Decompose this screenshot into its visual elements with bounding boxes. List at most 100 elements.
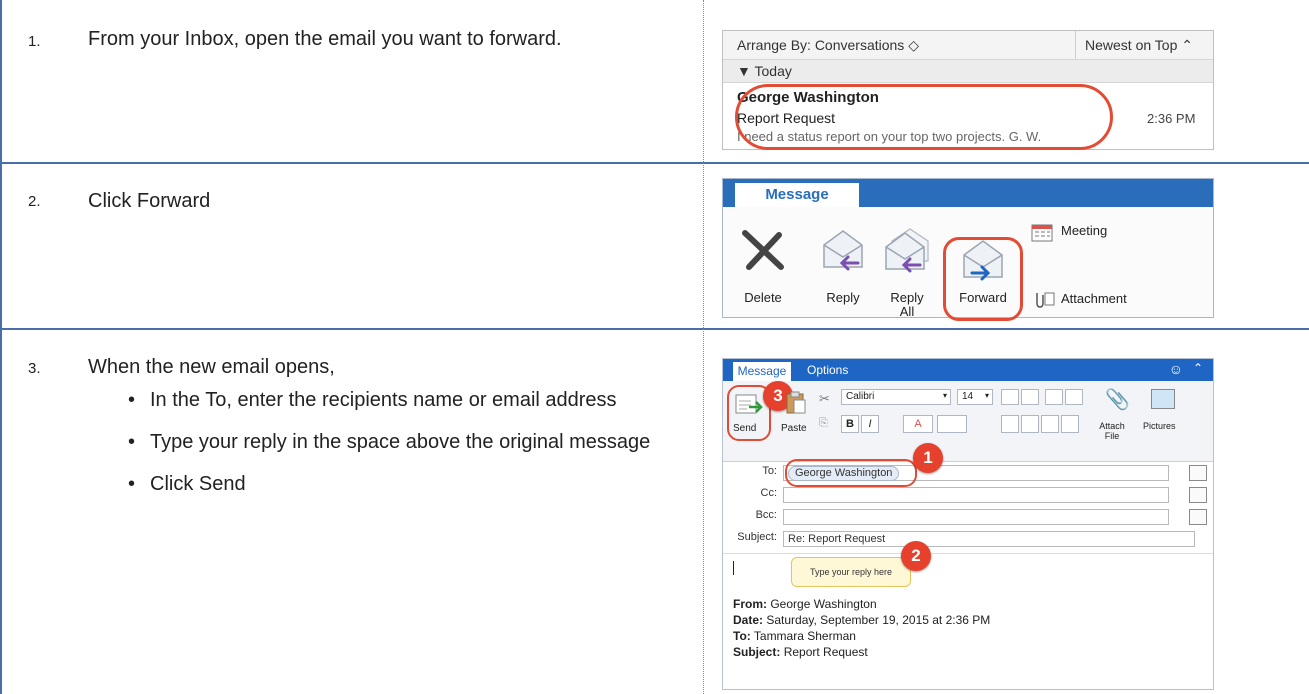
delete-button[interactable]: Delete [733, 221, 793, 311]
column-divider [703, 0, 704, 694]
attachment-label: Attachment [1061, 291, 1127, 306]
compose-ribbon: Send 3 Paste ✂ ⎘ Calibri ▾ 14 ▾ B I A 📎 … [723, 381, 1213, 462]
tab-options[interactable]: Options [807, 363, 848, 377]
reply-callout: Type your reply here [791, 557, 911, 587]
cut-icon[interactable]: ✂ [819, 391, 830, 407]
attach-file-button[interactable]: 📎 Attach File [1095, 387, 1130, 447]
paperclip-icon [1036, 292, 1055, 308]
bullets-button[interactable] [1001, 389, 1019, 405]
text-cursor [733, 561, 734, 575]
row-rule-1 [0, 162, 1309, 164]
bullet-item: Click Send [128, 468, 668, 500]
highlight-ring [735, 84, 1113, 150]
header-divider [1075, 31, 1076, 59]
forward-highlight-ring [943, 237, 1023, 321]
align-center-button[interactable] [1021, 415, 1039, 433]
ribbon-tab-bar: Message [723, 179, 1213, 207]
font-color-button[interactable]: A [903, 415, 933, 433]
inbox-screenshot: Arrange By: Conversations ◇ Newest on To… [722, 30, 1214, 150]
inbox-header: Arrange By: Conversations ◇ Newest on To… [723, 31, 1213, 60]
step-3-cell: 3. When the new email opens, In the To, … [0, 330, 700, 694]
align-left-button[interactable] [1001, 415, 1019, 433]
highlight-button[interactable] [937, 415, 967, 433]
step-number-1: 1. [28, 33, 41, 50]
compose-screenshot: Message Options ☺ ⌃ Send 3 Paste ✂ ⎘ Cal… [722, 358, 1214, 690]
tab-message[interactable]: Message [733, 362, 791, 381]
step-badge-1: 1 [913, 443, 943, 473]
bullet-item: In the To, enter the recipients name or … [128, 384, 668, 416]
step-text-1: From your Inbox, open the email you want… [88, 28, 562, 50]
emoji-icon[interactable]: ☺ [1169, 361, 1183, 377]
to2-label: To: [733, 629, 751, 643]
bcc-label: Bcc: [755, 509, 777, 521]
meeting-label: Meeting [1061, 223, 1108, 238]
delete-label: Delete [744, 290, 782, 305]
from-value: George Washington [770, 597, 877, 611]
meeting-calendar-icon [1031, 224, 1053, 242]
subj2-value: Report Request [783, 645, 868, 659]
to2-value: Tammara Sherman [753, 629, 856, 643]
original-subject: Subject: Report Request [733, 645, 868, 659]
to-highlight-ring [785, 459, 917, 487]
picture-icon [1151, 389, 1175, 409]
pictures-label: Pictures [1143, 421, 1176, 431]
compose-tab-bar: Message Options ☺ ⌃ [723, 359, 1213, 381]
collapse-ribbon-icon[interactable]: ⌃ [1193, 361, 1203, 375]
bullet-item: Type your reply in the space above the o… [128, 426, 668, 458]
font-size-select[interactable]: 14 ▾ [957, 389, 993, 405]
decrease-indent-button[interactable] [1045, 389, 1063, 405]
step-3-bullet-list: In the To, enter the recipients name or … [128, 384, 668, 510]
reply-button[interactable]: Reply [813, 221, 873, 311]
step-badge-2: 2 [901, 541, 931, 571]
reply-all-button[interactable]: Reply All [877, 221, 937, 319]
align-right-button[interactable] [1041, 415, 1059, 433]
subject-field[interactable]: Re: Report Request [783, 531, 1195, 547]
subject-label: Subject: [737, 531, 777, 543]
attachment-button[interactable]: Attachment [1029, 287, 1189, 313]
cc-field[interactable] [783, 487, 1169, 503]
paperclip-icon: 📎 [1105, 389, 1130, 411]
reply-all-envelope-icon [885, 228, 929, 273]
cc-label: Cc: [760, 487, 778, 499]
increase-indent-button[interactable] [1065, 389, 1083, 405]
reply-envelope-icon [823, 230, 863, 271]
font-size-value: 14 [962, 391, 974, 402]
chevron-down-icon: ▾ [984, 391, 989, 400]
arrange-by-dropdown[interactable]: Arrange By: Conversations ◇ [737, 37, 919, 54]
tab-message[interactable]: Message [735, 183, 859, 207]
chevron-down-icon: ▾ [942, 391, 947, 400]
paste-label: Paste [781, 423, 807, 434]
reply-all-label: Reply All [890, 290, 924, 319]
original-to: To: Tammara Sherman [733, 629, 856, 643]
original-from: From: George Washington [733, 597, 877, 611]
subj2-label: Subject: [733, 645, 781, 659]
bcc-row: Bcc: [723, 509, 1213, 527]
numbering-button[interactable] [1021, 389, 1039, 405]
pictures-button[interactable]: Pictures [1143, 389, 1187, 445]
address-book-icon[interactable] [1189, 487, 1207, 503]
sort-order-dropdown[interactable]: Newest on Top ⌃ [1085, 37, 1193, 54]
date-label: Date: [733, 613, 764, 627]
paste-button[interactable]: Paste [779, 389, 813, 441]
address-book-icon[interactable] [1189, 509, 1207, 525]
address-book-icon[interactable] [1189, 465, 1207, 481]
font-name-value: Calibri [846, 391, 875, 402]
justify-button[interactable] [1061, 415, 1079, 433]
reply-label: Reply [826, 290, 860, 305]
paste-clipboard-icon [786, 391, 806, 414]
bcc-field[interactable] [783, 509, 1169, 525]
attach-file-label: Attach File [1099, 421, 1125, 441]
copy-icon[interactable]: ⎘ [819, 417, 828, 430]
today-group-header[interactable]: ▼ Today [723, 60, 1213, 83]
font-name-select[interactable]: Calibri ▾ [841, 389, 951, 405]
ribbon-screenshot: Message Delete Reply Reply All Forward M… [722, 178, 1214, 321]
to-label: To: [762, 465, 777, 477]
date-value: Saturday, September 19, 2015 at 2:36 PM [766, 613, 991, 627]
step-text-3: When the new email opens, [88, 356, 335, 378]
delete-x-icon [742, 230, 784, 270]
cc-row: Cc: [723, 487, 1213, 505]
bold-button[interactable]: B [841, 415, 859, 433]
meeting-button[interactable]: Meeting [1029, 219, 1179, 245]
italic-button[interactable]: I [861, 415, 879, 433]
from-label: From: [733, 597, 767, 611]
